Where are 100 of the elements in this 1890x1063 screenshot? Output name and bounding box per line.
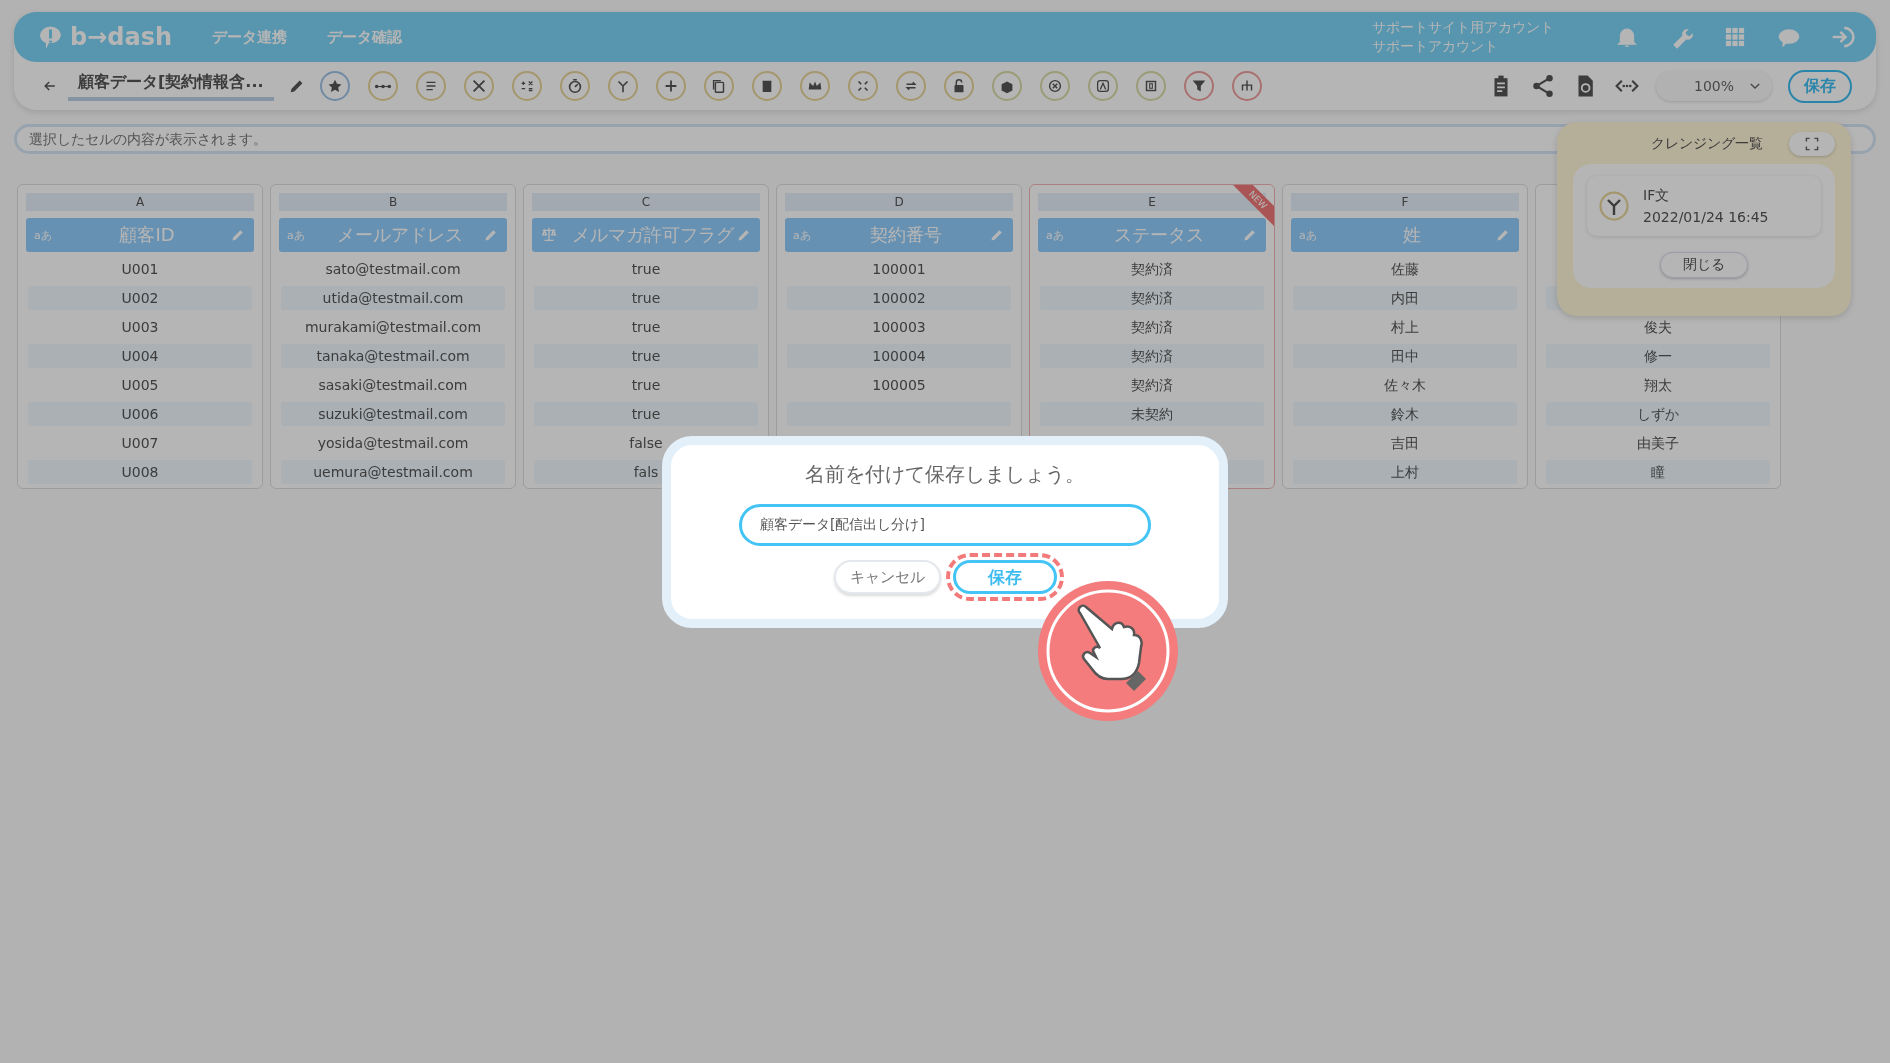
share-icon[interactable] [1530, 73, 1556, 99]
save-button[interactable]: 保存 [1788, 69, 1852, 103]
zero-tool-button[interactable] [1135, 71, 1166, 101]
column-header[interactable]: aあ 顧客ID [26, 218, 254, 252]
logo-text: b→dash [70, 23, 173, 51]
table-cell: suzuki@testmail.com [281, 402, 505, 426]
table-cell-text: 100003 [871, 318, 927, 337]
table-cell: 鈴木 [1293, 402, 1517, 426]
table-cell-text: murakami@testmail.com [303, 318, 482, 337]
table-cell: true [534, 344, 758, 368]
table-cell: 未契約 [1040, 402, 1264, 426]
table-cell-text: true [630, 318, 662, 337]
branch-icon [1599, 191, 1629, 221]
trash-tool-button[interactable] [751, 71, 782, 101]
lock-tool-button[interactable] [943, 71, 974, 101]
math-tool-button[interactable] [511, 71, 542, 101]
crown-tool-button[interactable] [799, 71, 830, 101]
cancel-tool-button[interactable] [1039, 71, 1070, 101]
table-cell-text: 俊夫 [1643, 318, 1673, 337]
item-date: 2022/01/24 16:45 [1643, 208, 1769, 227]
column-header[interactable]: aあ 姓 [1291, 218, 1519, 252]
nav-link[interactable]: データ確認 [327, 27, 403, 47]
nav-link[interactable]: データ連携 [212, 27, 288, 47]
copy-tool-button[interactable] [703, 71, 734, 101]
scissors-tool-button[interactable] [463, 71, 494, 101]
column-letter: A [26, 193, 254, 211]
type-label: aあ [1046, 227, 1065, 243]
name-input-field[interactable]: 顧客データ[配信出し分け] [739, 504, 1151, 546]
table-cell-text: sato@testmail.com [324, 260, 462, 279]
table-cell-text: 佐藤 [1390, 260, 1420, 279]
account-name: サポートサイト用アカウント [1372, 18, 1554, 37]
pencil-icon [736, 227, 752, 243]
panel-title: クレンジング一覧 [1651, 135, 1763, 153]
table-cell-text: U007 [120, 434, 160, 453]
table-cell: 契約済 [1040, 286, 1264, 310]
table-cell-text: 100001 [871, 260, 927, 279]
column-letter: B [279, 193, 507, 211]
table-cell: U006 [28, 402, 252, 426]
column-header[interactable]: aあ ステータス [1038, 218, 1266, 252]
table-cell: 契約済 [1040, 344, 1264, 368]
table-cell-text: 翔太 [1643, 376, 1673, 395]
table-cell: tanaka@testmail.com [281, 344, 505, 368]
account-name: サポートアカウント [1372, 37, 1499, 56]
pencil-icon [230, 227, 246, 243]
dialog-title: 名前を付けて保存しましょう。 [805, 461, 1085, 488]
type-label: aあ [1299, 227, 1318, 243]
table-cell-text: 由美子 [1636, 434, 1680, 453]
table-cell-text: yosida@testmail.com [316, 434, 470, 453]
item-name: IF文 [1643, 186, 1671, 205]
cancel-button[interactable]: キャンセル [833, 560, 941, 594]
star-tool-button[interactable] [319, 71, 350, 101]
lines-tool-button[interactable] [415, 71, 446, 101]
table-cell: 100002 [787, 286, 1011, 310]
zoom-select[interactable]: 100% [1656, 71, 1772, 101]
repeat-tool-button[interactable] [895, 71, 926, 101]
pencil-icon [483, 227, 499, 243]
data-title[interactable]: 顧客データ[契約情報含... [68, 71, 274, 101]
column-header[interactable]: aあ メールアドレス [279, 218, 507, 252]
plus-tool-button[interactable] [655, 71, 686, 101]
table-cell-text: U001 [120, 260, 160, 279]
table-cell-text: true [630, 376, 662, 395]
branch-tool-button[interactable] [607, 71, 638, 101]
hierarchy-tool-button[interactable] [1231, 71, 1262, 101]
table-cell-text: 契約済 [1130, 376, 1174, 395]
filter-tool-button[interactable] [1183, 71, 1214, 101]
table-cell: 瞳 [1546, 460, 1770, 484]
table-cell-text: U003 [120, 318, 160, 337]
table-cell-text: false [628, 434, 664, 453]
table-cell: 上村 [1293, 460, 1517, 484]
close-button[interactable]: 閉じる [1660, 252, 1748, 278]
type-label: aあ [34, 227, 53, 243]
type-label: aあ [793, 227, 812, 243]
cleansing-item[interactable]: IF文 2022/01/24 16:45 [1587, 176, 1821, 236]
convert-tool-button[interactable] [1087, 71, 1118, 101]
table-cell: uemura@testmail.com [281, 460, 505, 484]
column-header[interactable]: aあ 契約番号 [785, 218, 1013, 252]
table-cell: U008 [28, 460, 252, 484]
table-cell: 田中 [1293, 344, 1517, 368]
table-cell: true [534, 402, 758, 426]
table-cell: しずか [1546, 402, 1770, 426]
table-cell: utida@testmail.com [281, 286, 505, 310]
table-cell: 100004 [787, 344, 1011, 368]
pencil-icon [1495, 227, 1511, 243]
expand-icon [1804, 136, 1820, 152]
table-cell-text: 吉田 [1390, 434, 1420, 453]
column-letter: D [785, 193, 1013, 211]
dots-tool-button[interactable] [367, 71, 398, 101]
column-header[interactable]: メルマガ許可フラグ [532, 218, 760, 252]
box-tool-button[interactable] [991, 71, 1022, 101]
table-cell-text: true [630, 260, 662, 279]
column-letter: F [1291, 193, 1519, 211]
table-cell: true [534, 286, 758, 310]
table-cell-text: 村上 [1390, 318, 1420, 337]
pencil-icon [1242, 227, 1258, 243]
table-cell-text: 契約済 [1130, 318, 1174, 337]
table-cell: 修一 [1546, 344, 1770, 368]
timer-tool-button[interactable] [559, 71, 590, 101]
table-cell-text: 佐々木 [1383, 376, 1427, 395]
type-label: aあ [287, 227, 306, 243]
table-cell-text: 100005 [871, 376, 927, 395]
